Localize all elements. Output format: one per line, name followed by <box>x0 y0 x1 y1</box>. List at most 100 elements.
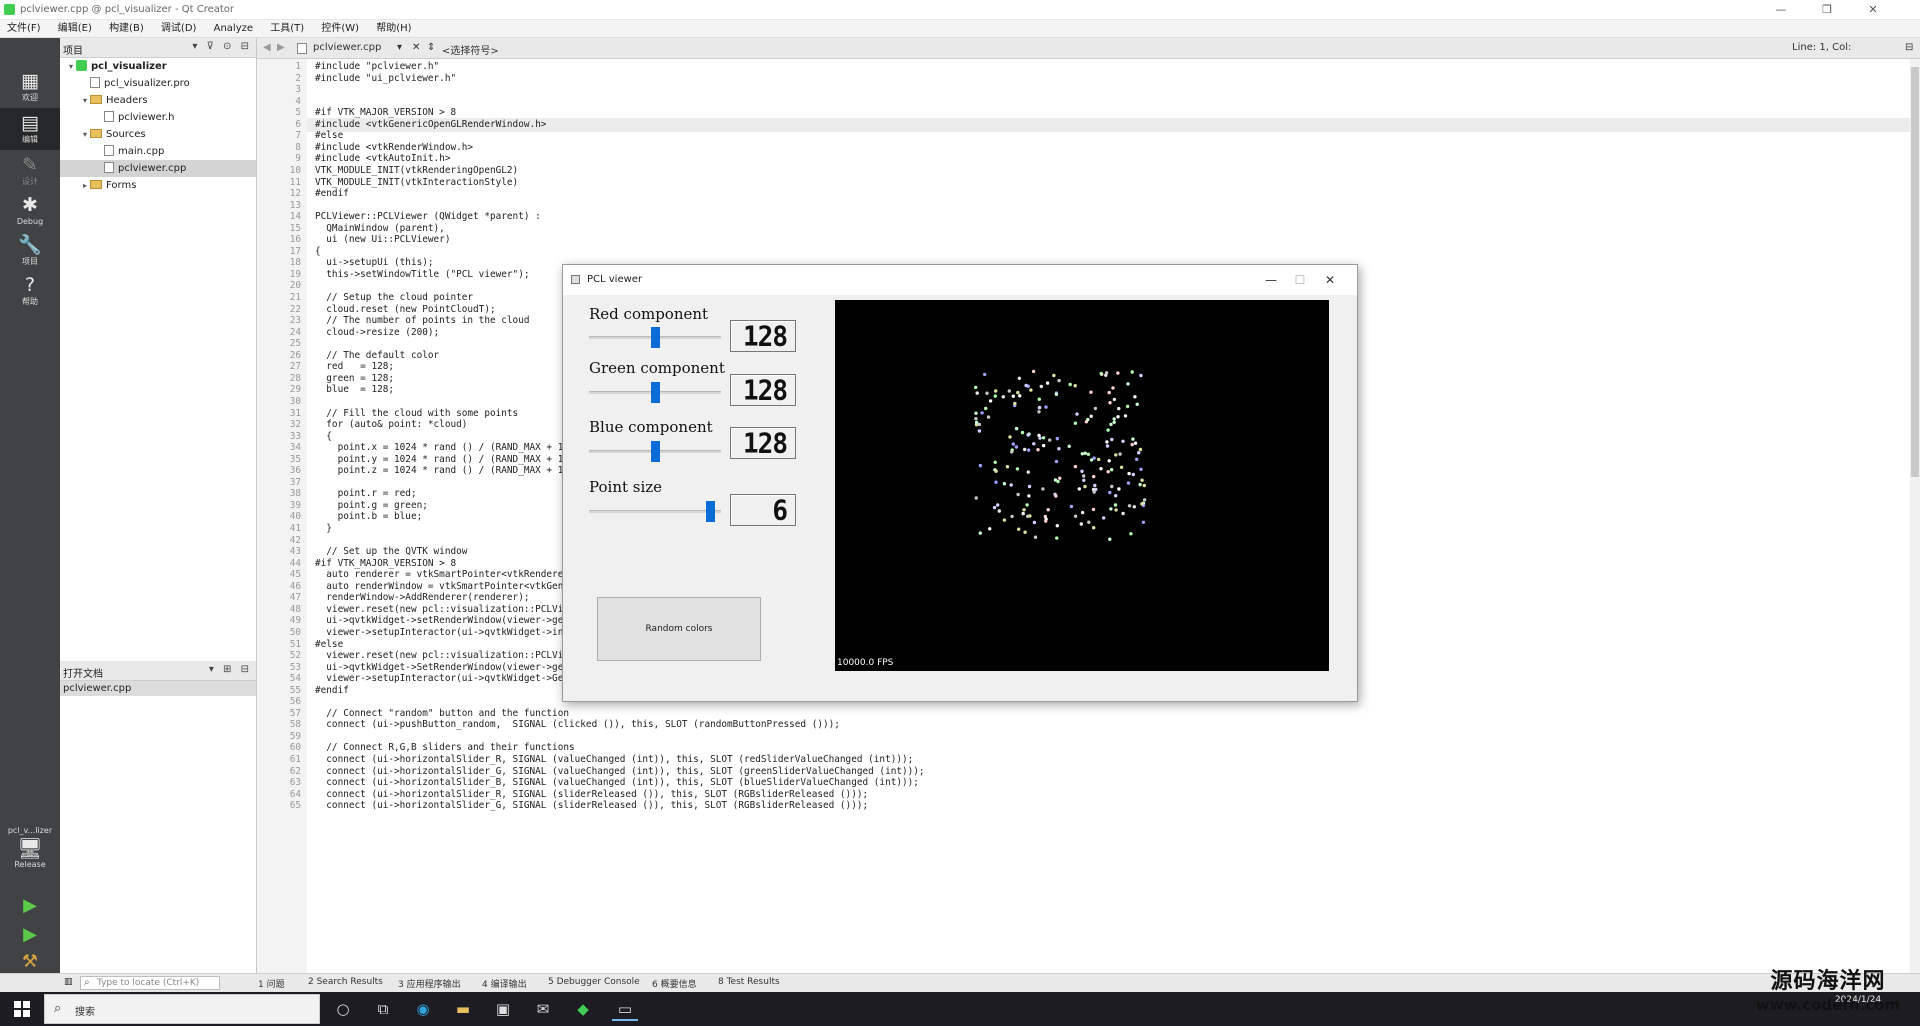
pcl-minimize-button[interactable]: — <box>1256 270 1286 290</box>
split-icon[interactable]: ⊟ <box>1905 42 1913 53</box>
tree-item-folder[interactable]: ▾ Sources <box>60 126 256 143</box>
component-slider[interactable] <box>589 327 721 348</box>
cloud-point <box>1140 478 1144 482</box>
cloud-point <box>978 531 982 535</box>
pcl-close-button[interactable]: ✕ <box>1315 270 1345 290</box>
tree-item-project[interactable]: ▾ pcl_visualizer <box>60 58 256 75</box>
menu-edit[interactable]: 编辑(E) <box>51 20 99 38</box>
component-slider[interactable] <box>589 441 721 462</box>
windows-start-icon[interactable] <box>14 1001 30 1017</box>
symbol-dropdown-icon[interactable]: ⇕ <box>427 42 435 53</box>
menu-build[interactable]: 构建(B) <box>102 20 151 38</box>
build-hammer-icon[interactable]: ⚒ <box>16 949 44 975</box>
editor-scrollbar[interactable] <box>1910 59 1920 973</box>
menu-tools[interactable]: 工具(T) <box>263 20 311 38</box>
tree-item-file[interactable]: pcl_visualizer.pro <box>60 75 256 92</box>
tree-item-file[interactable]: main.cpp <box>60 143 256 160</box>
menu-file[interactable]: 文件(F) <box>0 20 48 38</box>
store-icon[interactable]: ▣ <box>490 997 516 1021</box>
project-tree: ▾ pcl_visualizer pcl_visualizer.pro ▾ Header… <box>60 58 256 194</box>
tab-general-messages[interactable]: 6 概要信息 <box>652 977 697 990</box>
kit-selector[interactable]: pcl_v...lizer 🖥 Release <box>0 826 60 886</box>
pcl-viewer-taskbar-icon[interactable]: ▭ <box>612 997 638 1021</box>
panel-tools-icons[interactable]: ▾ ⊽ ⊙ ⊟ <box>192 41 252 52</box>
expand-arrow-icon[interactable]: ▾ <box>66 58 76 75</box>
expand-arrow-icon[interactable]: ▾ <box>80 126 90 143</box>
menu-analyze[interactable]: Analyze <box>207 20 260 38</box>
menu-debug[interactable]: 调试(D) <box>154 20 204 38</box>
mode-edit[interactable]: ▤ 编辑 <box>0 108 60 150</box>
cloud-point <box>1054 459 1059 464</box>
mode-help[interactable]: ? 帮助 <box>0 270 60 312</box>
open-document-item[interactable]: pclviewer.cpp <box>60 681 256 696</box>
cloud-point <box>1041 436 1046 440</box>
locator-input[interactable]: ⌕ Type to locate (Ctrl+K) <box>80 976 220 990</box>
file-explorer-icon[interactable]: ▬ <box>450 997 476 1021</box>
line-number: 25 <box>289 338 301 350</box>
tree-item-file[interactable]: pclviewer.cpp <box>60 160 256 177</box>
tree-item-folder[interactable]: ▸ Forms <box>60 177 256 194</box>
code-line: point.r = red; <box>315 488 417 500</box>
cloud-point <box>1086 417 1090 422</box>
cloud-point <box>994 480 998 484</box>
maximize-button[interactable]: ❐ <box>1804 0 1850 20</box>
debug-run-icon[interactable]: ▶ <box>16 922 44 948</box>
system-clock[interactable]: 2024/1/24 <box>1808 993 1908 1025</box>
symbol-selector[interactable]: <选择符号> <box>442 42 499 57</box>
code-line: { <box>315 430 332 442</box>
mode-design[interactable]: ✎ 设计 <box>0 150 60 192</box>
random-colors-button[interactable]: Random colors <box>597 597 761 661</box>
scrollbar-thumb[interactable] <box>1911 67 1919 477</box>
mode-debug[interactable]: ✱ Debug <box>0 190 60 232</box>
cloud-point <box>1133 395 1137 399</box>
task-view-icon[interactable]: ⧉ <box>370 997 396 1021</box>
menu-help[interactable]: 帮助(H) <box>369 20 418 38</box>
code-line: point.b = blue; <box>315 511 423 523</box>
run-icon[interactable]: ▶ <box>16 893 44 919</box>
cloud-point <box>1107 459 1111 463</box>
cloud-point <box>1005 465 1010 469</box>
mail-icon[interactable]: ✉ <box>530 997 556 1021</box>
tree-item-folder[interactable]: ▾ Headers <box>60 92 256 109</box>
close-file-icon[interactable]: ✕ <box>412 42 420 53</box>
taskbar-search[interactable]: ⌕ 搜索 <box>44 994 320 1024</box>
slider-handle[interactable] <box>651 327 660 348</box>
mode-projects[interactable]: 🔧 项目 <box>0 230 60 272</box>
nav-forward-icon[interactable]: ▶ <box>277 42 285 53</box>
slider-handle[interactable] <box>651 441 660 462</box>
mode-welcome[interactable]: ▦ 欢迎 <box>0 66 60 108</box>
cloud-point <box>1123 414 1128 418</box>
file-tab[interactable]: pclviewer.cpp <box>313 42 381 53</box>
expand-arrow-icon[interactable]: ▾ <box>80 92 90 109</box>
tab-compile-output[interactable]: 4 编译输出 <box>482 977 527 990</box>
close-button[interactable]: ✕ <box>1850 0 1896 20</box>
pcl-maximize-button[interactable]: ☐ <box>1285 270 1315 290</box>
point-cloud-viewer[interactable]: 10000.0 FPS <box>835 300 1329 671</box>
component-slider[interactable] <box>589 382 721 403</box>
toggle-sidebar-icon[interactable]: ▥ <box>64 977 73 987</box>
tab-issues[interactable]: 1 问题 <box>258 977 285 990</box>
tab-search-results[interactable]: 2 Search Results <box>308 977 383 987</box>
expand-arrow-icon[interactable]: ▸ <box>80 177 90 194</box>
qt-creator-icon <box>4 4 15 15</box>
panel-tools-icons[interactable]: ▾ ⊞ ⊟ <box>209 664 252 675</box>
tree-item-file[interactable]: pclviewer.h <box>60 109 256 126</box>
slider-handle[interactable] <box>706 501 715 522</box>
slider-handle[interactable] <box>651 382 660 403</box>
tab-test-results[interactable]: 8 Test Results <box>718 977 780 987</box>
line-number: 52 <box>289 650 301 662</box>
file-dropdown-icon[interactable]: ▾ <box>397 42 402 53</box>
cortana-icon[interactable]: ○ <box>330 997 356 1021</box>
minimize-button[interactable]: — <box>1758 0 1804 20</box>
cloud-point <box>1001 395 1005 399</box>
line-col-indicator[interactable]: Line: 1, Col: <box>1792 42 1851 53</box>
tab-app-output[interactable]: 3 应用程序输出 <box>398 977 461 990</box>
component-slider[interactable] <box>589 501 721 522</box>
line-number: 53 <box>289 661 301 673</box>
nav-back-icon[interactable]: ◀ <box>263 42 271 53</box>
edge-icon[interactable]: ◉ <box>410 997 436 1021</box>
tab-debugger-console[interactable]: 5 Debugger Console <box>548 977 640 987</box>
menu-widgets[interactable]: 控件(W) <box>314 20 366 38</box>
cloud-point <box>1138 482 1142 487</box>
qt-creator-taskbar-icon[interactable]: ◆ <box>570 997 596 1021</box>
